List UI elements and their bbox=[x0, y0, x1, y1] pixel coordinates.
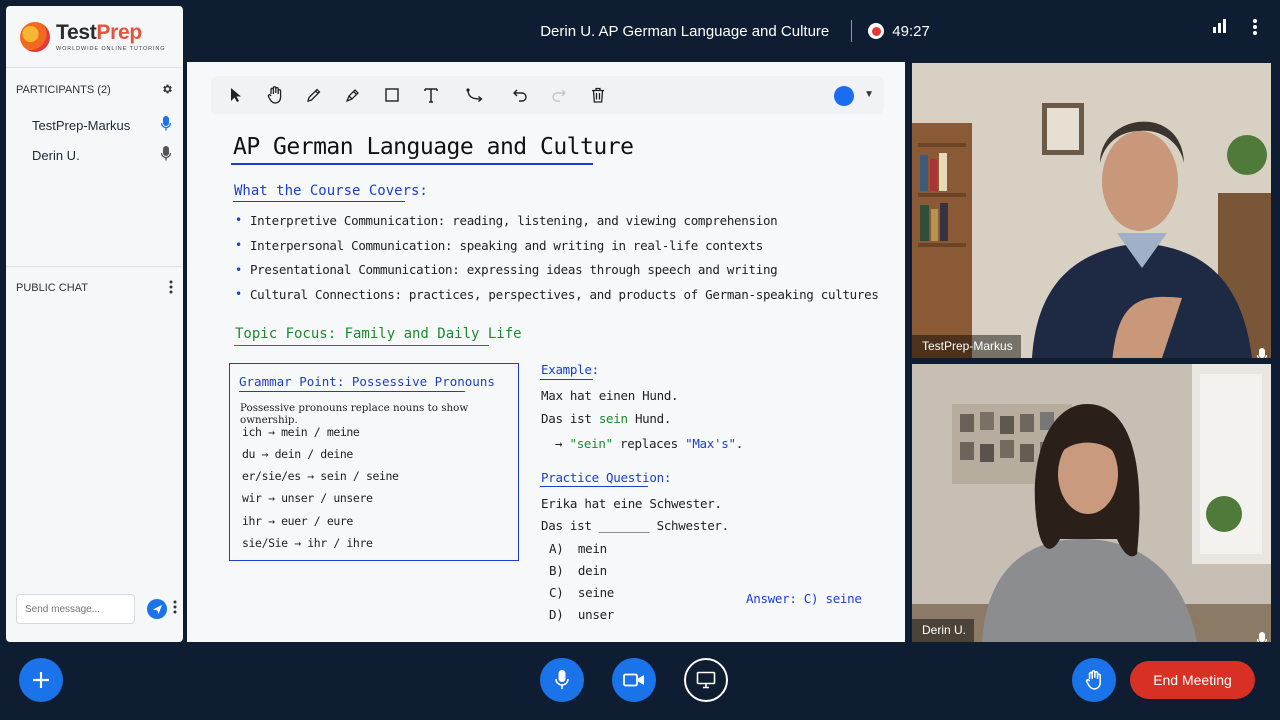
meeting-title: Derin U. AP German Language and Culture bbox=[540, 22, 830, 40]
pronoun-row: ich → mein / meine bbox=[242, 425, 360, 439]
video-camera-icon bbox=[623, 673, 644, 687]
brand-name-prep: Prep bbox=[96, 21, 142, 44]
pronoun-row: wir → unser / unsere bbox=[242, 491, 373, 505]
screen-share-button[interactable] bbox=[684, 658, 728, 702]
hand-tool-icon[interactable] bbox=[264, 84, 286, 106]
practice-underline bbox=[540, 486, 648, 487]
participant-video-markus bbox=[912, 63, 1271, 358]
sidebar: TestPrep WORLDWIDE ONLINE TUTORING PARTI… bbox=[6, 6, 183, 642]
answer-option: B) dein bbox=[549, 563, 607, 578]
course-covers-heading: What the Course Covers: bbox=[234, 183, 428, 199]
video-name-label: Derin U. bbox=[912, 619, 975, 642]
practice-line-2: Das ist _______ Schwester. bbox=[541, 518, 729, 533]
pronoun-row: du → dein / deine bbox=[242, 447, 353, 461]
participant-video-derin bbox=[912, 364, 1271, 642]
connector-tool-icon[interactable] bbox=[464, 84, 486, 106]
answer-option: D) unser bbox=[549, 607, 615, 622]
pencil-tool-icon[interactable] bbox=[303, 84, 325, 106]
plus-icon bbox=[33, 672, 49, 688]
brand-tagline: WORLDWIDE ONLINE TUTORING bbox=[56, 46, 166, 52]
whiteboard-toolbar: ▼ bbox=[211, 76, 884, 114]
list-item: • Interpretive Communication: reading, li… bbox=[235, 212, 778, 228]
list-item: • Presentational Communication: expressin… bbox=[235, 262, 778, 278]
title-underline bbox=[231, 163, 593, 165]
mic-active-icon bbox=[160, 115, 172, 135]
list-item: • Interpersonal Communication: speaking a… bbox=[235, 237, 763, 253]
video-tile-markus[interactable]: TestPrep-Markus bbox=[912, 63, 1271, 358]
redo-icon[interactable] bbox=[548, 84, 570, 106]
grammar-description: Possessive pronouns replace nouns to sho… bbox=[240, 402, 469, 426]
example-heading: Example: bbox=[541, 362, 599, 377]
monitor-icon bbox=[696, 671, 716, 689]
brand-logo: TestPrep WORLDWIDE ONLINE TUTORING bbox=[6, 6, 183, 68]
course-covers-underline bbox=[233, 201, 405, 202]
example-line-2: Das ist sein Hund. bbox=[541, 411, 672, 426]
text-tool-icon[interactable] bbox=[420, 84, 442, 106]
grammar-box: Grammar Point: Possessive Pronouns Posse… bbox=[229, 363, 519, 561]
more-options-icon[interactable] bbox=[1252, 18, 1258, 41]
example-line-1: Max hat einen Hund. bbox=[541, 388, 679, 403]
course-covers-list: • Interpretive Communication: reading, li… bbox=[235, 208, 879, 307]
public-chat-header: PUBLIC CHAT bbox=[6, 268, 183, 308]
pronoun-row: sie/Sie → ihr / ihre bbox=[242, 536, 373, 550]
add-button[interactable] bbox=[19, 658, 63, 702]
board-title: AP German Language and Culture bbox=[233, 134, 634, 160]
hand-icon bbox=[1085, 670, 1101, 690]
select-tool-icon[interactable] bbox=[225, 84, 247, 106]
pronoun-row: ihr → euer / eure bbox=[242, 514, 353, 528]
brand-name-test: Test bbox=[56, 21, 97, 44]
example-note: → "sein" replaces "Max's". bbox=[555, 436, 743, 451]
microphone-toggle-button[interactable] bbox=[540, 658, 584, 702]
video-tile-derin[interactable]: Derin U. bbox=[912, 364, 1271, 642]
mic-icon bbox=[160, 145, 172, 165]
practice-heading: Practice Question: bbox=[541, 470, 672, 485]
meeting-timer: 49:27 bbox=[892, 22, 930, 40]
participants-label: PARTICIPANTS (2) bbox=[16, 84, 111, 96]
participant-name: Derin U. bbox=[32, 147, 80, 163]
chat-options-icon[interactable] bbox=[173, 600, 177, 619]
grammar-title-underline bbox=[239, 391, 465, 392]
answer-option: C) seine bbox=[549, 585, 615, 600]
rectangle-tool-icon[interactable] bbox=[381, 84, 403, 106]
top-right-icons bbox=[1212, 18, 1258, 41]
chat-message-input[interactable] bbox=[16, 594, 135, 624]
pen-color-swatch[interactable] bbox=[834, 86, 854, 106]
whiteboard[interactable]: ▼ AP German Language and Culture What th… bbox=[187, 62, 905, 642]
topic-focus-underline bbox=[234, 345, 489, 346]
practice-line-1: Erika hat eine Schwester. bbox=[541, 496, 722, 511]
marker-tool-icon[interactable] bbox=[342, 84, 364, 106]
participants-header: PARTICIPANTS (2) bbox=[6, 70, 183, 110]
public-chat-label: PUBLIC CHAT bbox=[16, 282, 88, 294]
color-dropdown-chevron-down-icon[interactable]: ▼ bbox=[864, 89, 874, 100]
topic-focus-heading: Topic Focus: Family and Daily Life bbox=[235, 326, 522, 342]
example-underline bbox=[540, 379, 593, 380]
video-name-label: TestPrep-Markus bbox=[912, 335, 1021, 358]
send-message-button[interactable] bbox=[147, 599, 167, 619]
brand-logo-icon bbox=[20, 21, 50, 52]
microphone-icon bbox=[555, 670, 569, 689]
answer-option: A) mein bbox=[549, 541, 607, 556]
camera-toggle-button[interactable] bbox=[612, 658, 656, 702]
chat-input-row bbox=[16, 594, 177, 624]
participant-name: TestPrep-Markus bbox=[32, 117, 131, 133]
list-item: • Cultural Connections: practices, perspe… bbox=[235, 286, 879, 302]
header-divider bbox=[851, 20, 853, 42]
grammar-title: Grammar Point: Possessive Pronouns bbox=[239, 374, 495, 389]
end-meeting-button[interactable]: End Meeting bbox=[1130, 661, 1255, 699]
chat-menu-icon[interactable] bbox=[169, 280, 173, 297]
meeting-header: Derin U. AP German Language and Culture … bbox=[190, 0, 1280, 62]
delete-trash-icon[interactable] bbox=[587, 84, 609, 106]
signal-strength-icon[interactable] bbox=[1212, 18, 1228, 41]
undo-icon[interactable] bbox=[509, 84, 531, 106]
practice-answer: Answer: C) seine bbox=[746, 591, 862, 606]
settings-gear-icon[interactable] bbox=[161, 83, 173, 98]
sidebar-divider bbox=[6, 266, 183, 267]
pronoun-row: er/sie/es → sein / seine bbox=[242, 469, 399, 483]
participant-item-markus[interactable]: TestPrep-Markus bbox=[6, 110, 183, 140]
recording-icon bbox=[868, 23, 885, 39]
raise-hand-button[interactable] bbox=[1072, 658, 1116, 702]
participant-item-derin[interactable]: Derin U. bbox=[6, 140, 183, 170]
